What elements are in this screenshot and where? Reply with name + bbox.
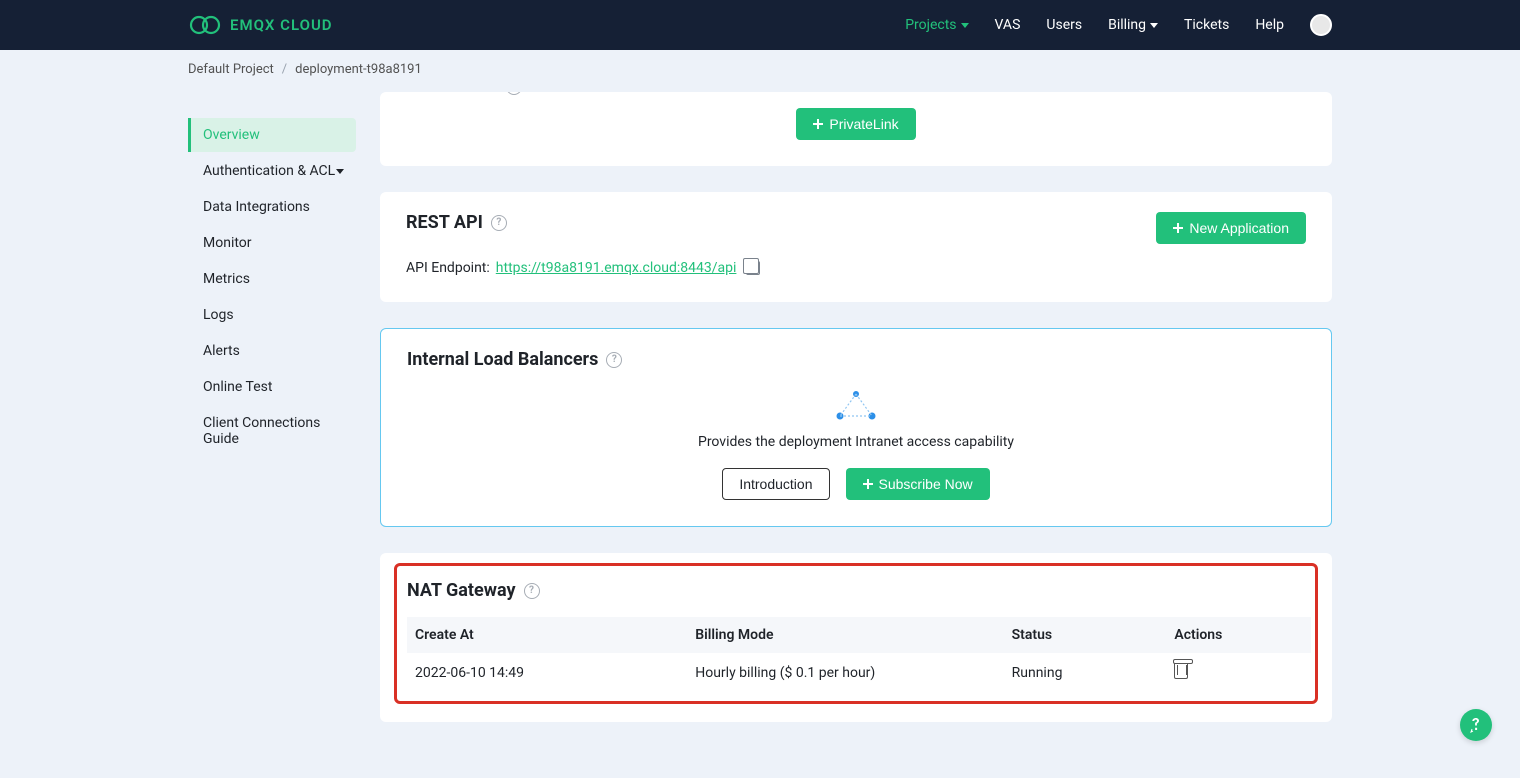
ilb-title-text: Internal Load Balancers [407, 349, 598, 370]
sidebar-item-data-integrations[interactable]: Data Integrations [188, 190, 356, 224]
chevron-down-icon [336, 169, 344, 174]
sidebar-item-label: Logs [203, 307, 234, 323]
breadcrumb-separator: / [282, 62, 287, 77]
sidebar-item-alerts[interactable]: Alerts [188, 334, 356, 368]
nat-gateway-table: Create At Billing Mode Status Actions 20… [407, 617, 1311, 693]
help-icon[interactable]: ? [506, 92, 522, 95]
section-title-cut: PrivateLink ? [406, 92, 1306, 97]
section-internal-load-balancers: Internal Load Balancers ? Provides the d… [380, 328, 1332, 527]
nav-billing-label: Billing [1108, 17, 1146, 33]
nav-vas-label: VAS [995, 17, 1021, 33]
top-nav: EMQX CLOUD Projects VAS Users Billing Ti… [0, 0, 1520, 50]
sidebar-item-monitor[interactable]: Monitor [188, 226, 356, 260]
sidebar-item-online-test[interactable]: Online Test [188, 370, 356, 404]
section-title: REST API ? [406, 212, 507, 233]
nav-help-label: Help [1255, 17, 1284, 33]
section-title: NAT Gateway ? [407, 580, 1311, 601]
section-privatelink: PrivateLink ? PrivateLink [380, 92, 1332, 166]
introduction-button[interactable]: Introduction [722, 468, 829, 500]
brand-name: EMQX CLOUD [230, 16, 333, 34]
nav-billing[interactable]: Billing [1108, 17, 1158, 33]
privatelink-button-label: PrivateLink [829, 116, 898, 132]
help-icon[interactable]: ? [491, 215, 507, 231]
breadcrumb-current: deployment-t98a8191 [295, 62, 422, 77]
cell-actions [1166, 653, 1311, 693]
main-column: PrivateLink ? PrivateLink REST API ? [380, 92, 1332, 748]
sidebar-item-label: Alerts [203, 343, 240, 359]
nav-users-label: Users [1046, 17, 1082, 33]
sidebar-item-label: Monitor [203, 235, 252, 251]
cell-status: Running [1004, 653, 1167, 693]
plus-icon [863, 479, 873, 489]
ilb-description: Provides the deployment Intranet access … [407, 434, 1305, 450]
trash-icon[interactable] [1174, 663, 1188, 679]
privatelink-button[interactable]: PrivateLink [796, 108, 915, 140]
breadcrumb-root[interactable]: Default Project [188, 62, 274, 77]
new-application-label: New Application [1189, 220, 1289, 236]
help-icon[interactable]: ? [606, 352, 622, 368]
brand-logo-mark [188, 15, 222, 35]
network-icon [832, 388, 880, 422]
sidebar-item-logs[interactable]: Logs [188, 298, 356, 332]
cell-create-at: 2022-06-10 14:49 [407, 653, 687, 693]
nav-tickets[interactable]: Tickets [1184, 17, 1229, 33]
section-title: Internal Load Balancers ? [407, 349, 1305, 370]
page-body: Overview Authentication & ACL Data Integ… [0, 82, 1520, 778]
nav-projects-label: Projects [905, 17, 956, 33]
avatar[interactable] [1310, 14, 1332, 36]
sidebar-item-label: Data Integrations [203, 199, 310, 215]
sidebar: Overview Authentication & ACL Data Integ… [188, 92, 356, 458]
col-status: Status [1004, 617, 1167, 653]
api-endpoint-url[interactable]: https://t98a8191.emqx.cloud:8443/api [496, 260, 737, 276]
subscribe-button[interactable]: Subscribe Now [846, 468, 990, 500]
copy-icon[interactable] [746, 261, 760, 275]
sidebar-item-metrics[interactable]: Metrics [188, 262, 356, 296]
nav-users[interactable]: Users [1046, 17, 1082, 33]
chevron-down-icon [961, 23, 969, 28]
nav-help[interactable]: Help [1255, 17, 1284, 33]
sidebar-item-client-connections-guide[interactable]: Client Connections Guide [188, 406, 356, 456]
sidebar-item-label: Authentication & ACL [203, 163, 335, 179]
new-application-button[interactable]: New Application [1156, 212, 1306, 244]
rest-api-title-text: REST API [406, 212, 483, 233]
table-header-row: Create At Billing Mode Status Actions [407, 617, 1311, 653]
sidebar-item-label: Overview [203, 127, 260, 143]
nat-title-text: NAT Gateway [407, 580, 516, 601]
sidebar-item-label: Client Connections Guide [203, 415, 344, 447]
col-create-at: Create At [407, 617, 687, 653]
nav-tickets-label: Tickets [1184, 17, 1229, 33]
cell-billing-mode: Hourly billing ($ 0.1 per hour) [687, 653, 1003, 693]
sidebar-item-label: Online Test [203, 379, 272, 395]
plus-icon [1173, 223, 1183, 233]
sidebar-item-label: Metrics [203, 271, 250, 287]
table-row: 2022-06-10 14:49 Hourly billing ($ 0.1 p… [407, 653, 1311, 693]
section-rest-api: REST API ? New Application API Endpoint:… [380, 192, 1332, 302]
nav-right: Projects VAS Users Billing Tickets Help [905, 14, 1332, 36]
col-actions: Actions [1166, 617, 1311, 653]
nav-projects[interactable]: Projects [905, 17, 968, 33]
subscribe-label: Subscribe Now [879, 476, 973, 492]
brand-logo[interactable]: EMQX CLOUD [188, 15, 333, 35]
plus-icon [813, 119, 823, 129]
sidebar-item-auth-acl[interactable]: Authentication & ACL [188, 154, 356, 188]
breadcrumb: Default Project / deployment-t98a8191 [0, 56, 1520, 82]
nav-vas[interactable]: VAS [995, 17, 1021, 33]
section-nat-gateway-card: NAT Gateway ? Create At Billing Mode Sta… [380, 553, 1332, 722]
introduction-label: Introduction [739, 476, 812, 492]
api-endpoint-label: API Endpoint: [406, 260, 490, 276]
chevron-down-icon [1150, 23, 1158, 28]
privatelink-title-cut-text: PrivateLink [406, 92, 498, 97]
sidebar-item-overview[interactable]: Overview [188, 118, 356, 152]
col-billing-mode: Billing Mode [687, 617, 1003, 653]
floating-help-button[interactable] [1460, 709, 1492, 741]
api-endpoint-row: API Endpoint: https://t98a8191.emqx.clou… [406, 260, 1306, 276]
help-icon[interactable]: ? [524, 583, 540, 599]
nat-gateway-highlighted: NAT Gateway ? Create At Billing Mode Sta… [394, 563, 1318, 704]
